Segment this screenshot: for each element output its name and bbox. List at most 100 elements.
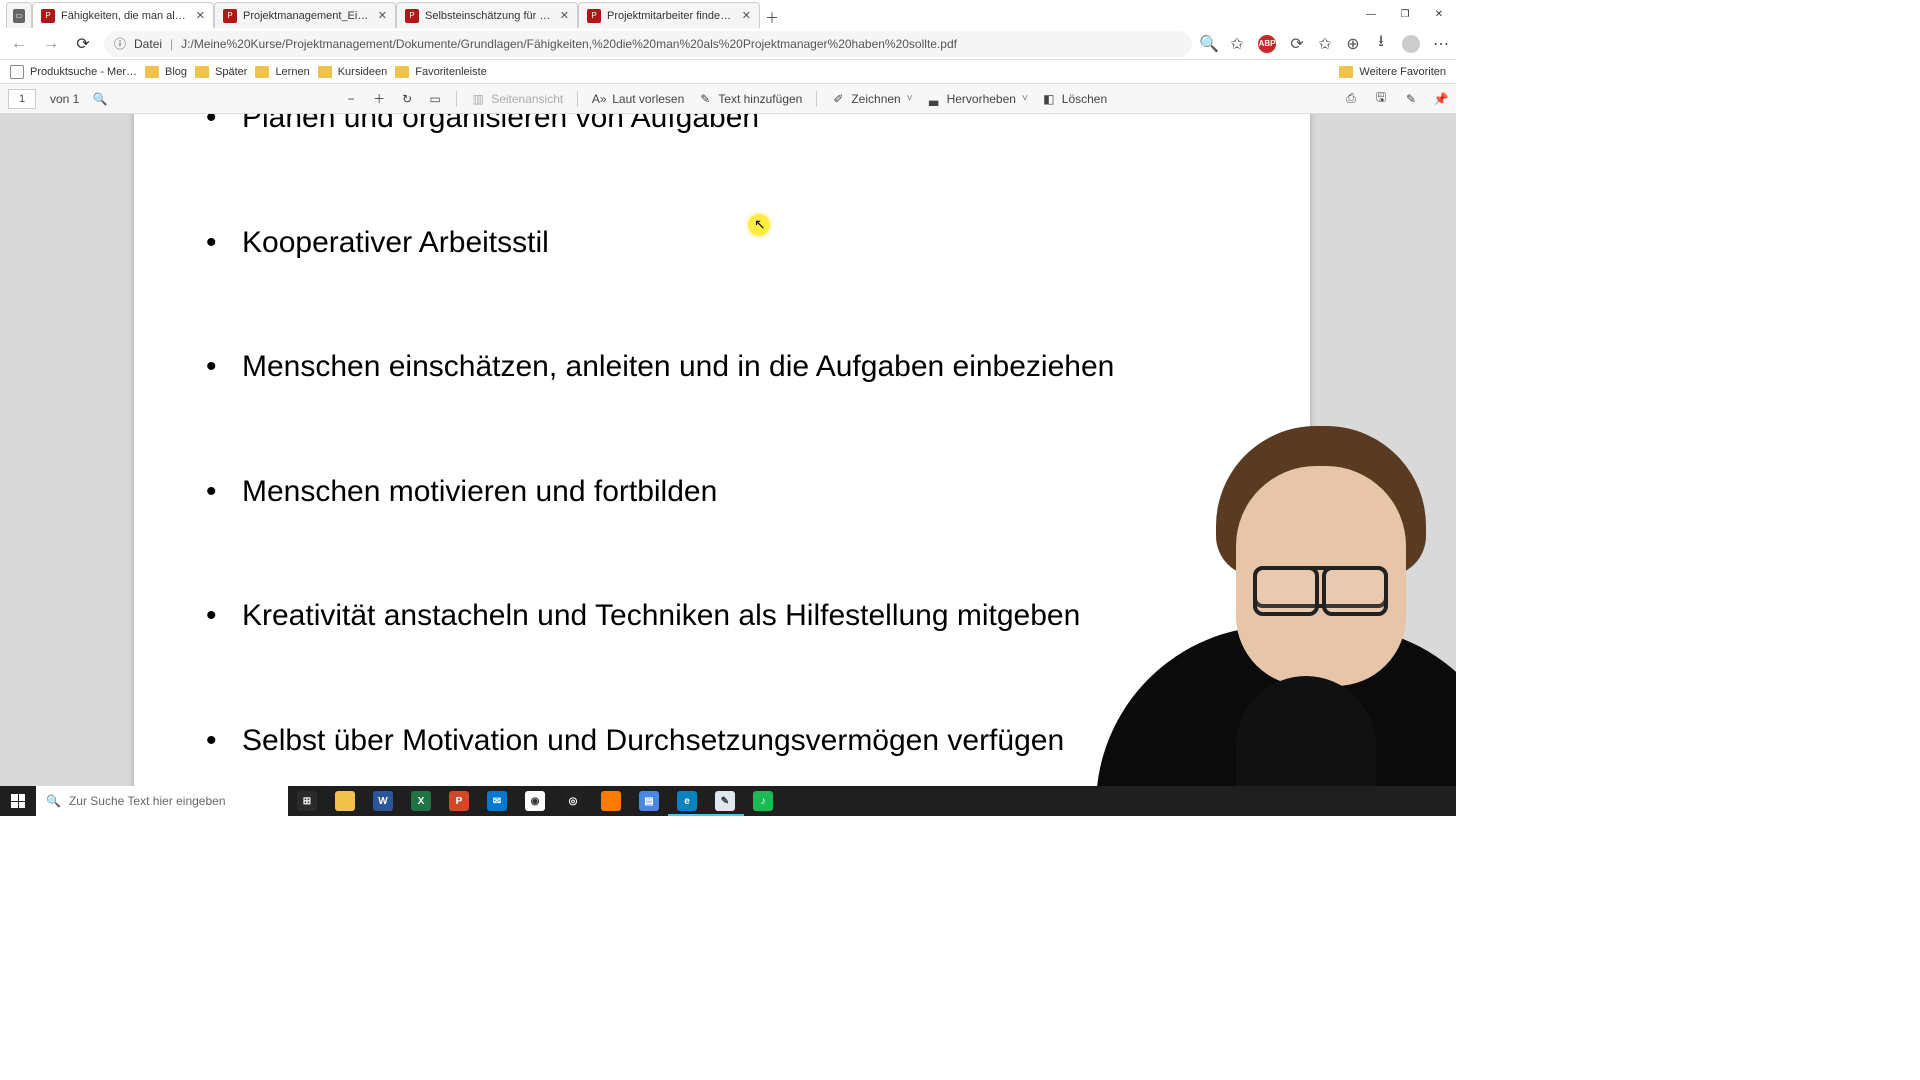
bookmark-folder[interactable]: Favoritenleiste — [395, 66, 487, 78]
search-icon: 🔍 — [46, 794, 61, 808]
close-icon[interactable]: ✕ — [196, 9, 205, 22]
profile-avatar[interactable] — [1402, 35, 1420, 53]
bookmark-folder[interactable]: Kursideen — [318, 66, 388, 78]
taskbar-app-explorer[interactable] — [326, 786, 364, 816]
erase-button[interactable]: ◧Löschen — [1042, 92, 1107, 106]
minimize-button[interactable]: — — [1354, 0, 1388, 28]
close-icon[interactable]: ✕ — [378, 9, 387, 22]
taskbar-app-task-view[interactable]: ⊞ — [288, 786, 326, 816]
reload-button[interactable]: ⟳ — [72, 33, 94, 55]
highlight-button[interactable]: ▃Hervorheben ˅ — [927, 92, 1028, 106]
menu-icon[interactable]: ⋯ — [1434, 37, 1448, 51]
info-icon[interactable]: ⓘ — [114, 35, 126, 52]
pdf-icon: P — [41, 9, 55, 23]
bookmark-folder[interactable]: Blog — [145, 66, 187, 78]
back-button[interactable]: ← — [8, 33, 30, 55]
start-button[interactable] — [0, 786, 36, 816]
taskbar-app-spotify[interactable]: ♪ — [744, 786, 782, 816]
titlebar: ▭ P Fähigkeiten, die man als Projekt ✕ P… — [0, 0, 1456, 28]
taskbar-app-obs[interactable]: ◎ — [554, 786, 592, 816]
sync-icon[interactable]: ⟳ — [1290, 37, 1304, 51]
webcam-overlay — [1056, 396, 1456, 816]
tab-0[interactable]: P Fähigkeiten, die man als Projekt ✕ — [32, 2, 214, 28]
close-icon[interactable]: ✕ — [560, 9, 569, 22]
bookmark-label: Blog — [165, 66, 187, 78]
page-number-input[interactable]: 1 — [8, 89, 36, 109]
tab-label: Fähigkeiten, die man als Projekt — [61, 10, 190, 22]
powerpoint-icon: P — [449, 791, 469, 811]
downloads-icon[interactable]: ⭳ — [1374, 37, 1388, 51]
tab-label: Selbsteinschätzung für Projektm — [425, 10, 554, 22]
adblock-icon[interactable]: ABP — [1258, 35, 1276, 53]
page-view-button[interactable]: ▥Seitenansicht — [471, 92, 563, 106]
bookmark-folder[interactable]: Lernen — [255, 66, 309, 78]
taskbar-app-app-orange[interactable] — [592, 786, 630, 816]
close-icon[interactable]: ✕ — [742, 9, 751, 22]
app-doc-icon: ▤ — [639, 791, 659, 811]
taskbar-app-excel[interactable]: X — [402, 786, 440, 816]
read-aloud-button[interactable]: A»Laut vorlesen — [592, 92, 684, 106]
close-window-button[interactable]: ✕ — [1422, 0, 1456, 28]
tab-label: Projektmitarbeiter finden - was s — [607, 10, 736, 22]
folder-icon — [195, 66, 209, 78]
rotate-icon[interactable]: ↻ — [400, 92, 414, 106]
forward-button[interactable]: → — [40, 33, 62, 55]
omnibox[interactable]: ⓘ Datei | J:/Meine%20Kurse/Projektmanage… — [104, 31, 1192, 57]
chrome-icon: ◉ — [525, 791, 545, 811]
mail-icon: ✉ — [487, 791, 507, 811]
bookmarks-overflow[interactable]: Weitere Favoriten — [1339, 66, 1446, 78]
pin-icon[interactable]: 📌 — [1434, 92, 1448, 106]
favorite-star-icon[interactable]: ✩ — [1230, 37, 1244, 51]
pdf-toolbar: 1 von 1 🔍 − ＋ ↻ ▭ ▥Seitenansicht A»Laut … — [0, 84, 1456, 114]
list-item: Planen und organisieren von Aufgaben — [206, 114, 1238, 139]
bookmark-item[interactable]: Produktsuche - Mer… — [10, 65, 137, 79]
add-text-button[interactable]: ✎Text hinzufügen — [698, 92, 802, 106]
app-orange-icon — [601, 791, 621, 811]
taskbar-app-app-doc[interactable]: ▤ — [630, 786, 668, 816]
maximize-button[interactable]: ❐ — [1388, 0, 1422, 28]
tab-2[interactable]: P Selbsteinschätzung für Projektm ✕ — [396, 2, 578, 28]
zoom-out-icon[interactable]: − — [344, 92, 358, 106]
favorites-icon[interactable]: ✩ — [1318, 37, 1332, 51]
pdf-viewport[interactable]: Planen und organisieren von Aufgaben Koo… — [0, 114, 1456, 816]
fit-page-icon[interactable]: ▭ — [428, 92, 442, 106]
taskbar-search[interactable]: 🔍 Zur Suche Text hier eingeben — [36, 786, 288, 816]
erase-icon: ◧ — [1042, 92, 1056, 106]
save-as-icon[interactable]: ✎ — [1404, 92, 1418, 106]
collections-icon[interactable]: ⊕ — [1346, 37, 1360, 51]
pdf-icon: P — [587, 9, 601, 23]
chevron-down-icon[interactable]: ˅ — [907, 93, 913, 104]
search-icon[interactable]: 🔍 — [93, 92, 107, 106]
bookmark-label: Favoritenleiste — [415, 66, 487, 78]
taskbar-app-mail[interactable]: ✉ — [478, 786, 516, 816]
taskbar-apps: ⊞ WXP ✉ ◉ ◎ ▤ e✎♪ — [288, 786, 782, 816]
word-icon: W — [373, 791, 393, 811]
tab-stub[interactable]: ▭ — [6, 2, 32, 28]
zoom-icon[interactable]: 🔍 — [1202, 37, 1216, 51]
zoom-in-icon[interactable]: ＋ — [372, 92, 386, 106]
bookmark-folder[interactable]: Später — [195, 66, 247, 78]
chevron-down-icon[interactable]: ˅ — [1022, 93, 1028, 104]
bookmark-label: Später — [215, 66, 247, 78]
print-icon[interactable]: ⎙ — [1344, 92, 1358, 106]
bookmark-label: Lernen — [275, 66, 309, 78]
tab-1[interactable]: P Projektmanagement_Einstiegsfr ✕ — [214, 2, 396, 28]
pdf-icon: P — [405, 9, 419, 23]
pdf-icon: P — [223, 9, 237, 23]
taskbar-app-notepad[interactable]: ✎ — [706, 786, 744, 816]
folder-icon — [145, 66, 159, 78]
explorer-icon — [335, 791, 355, 811]
search-placeholder: Zur Suche Text hier eingeben — [69, 794, 226, 808]
save-icon[interactable]: 🖫 — [1374, 92, 1388, 106]
taskbar-app-word[interactable]: W — [364, 786, 402, 816]
taskbar-app-chrome[interactable]: ◉ — [516, 786, 554, 816]
taskbar-app-powerpoint[interactable]: P — [440, 786, 478, 816]
page-icon — [10, 65, 24, 79]
cursor-icon: ↖ — [754, 216, 766, 233]
tab-3[interactable]: P Projektmitarbeiter finden - was s ✕ — [578, 2, 760, 28]
omnibox-actions: 🔍 ✩ ABP ⟳ ✩ ⊕ ⭳ ⋯ — [1202, 35, 1448, 53]
bookmark-label: Produktsuche - Mer… — [30, 66, 137, 78]
taskbar-app-edge[interactable]: e — [668, 786, 706, 816]
new-tab-button[interactable]: ＋ — [760, 8, 784, 28]
draw-button[interactable]: ✐Zeichnen ˅ — [831, 92, 912, 106]
